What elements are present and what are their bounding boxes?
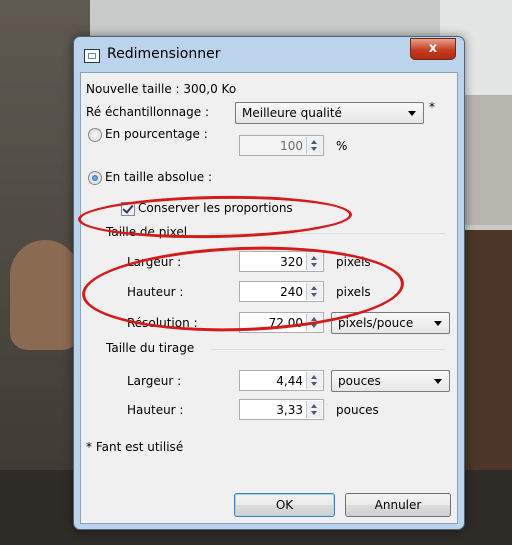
cancel-button[interactable]: Annuler (345, 493, 451, 517)
spin-arrows-icon[interactable] (306, 137, 322, 154)
dropdown-arrow-icon (434, 321, 442, 326)
resampling-asterisk: * (429, 100, 435, 114)
percent-label: En pourcentage : (105, 127, 208, 141)
print-width-spinner[interactable]: 4,44 (239, 370, 324, 391)
absolute-radio[interactable] (88, 171, 102, 185)
print-height-value: 3,33 (276, 403, 303, 417)
percent-radio[interactable] (88, 128, 102, 142)
dropdown-arrow-icon (408, 111, 416, 116)
print-width-value: 4,44 (276, 374, 303, 388)
resampling-select[interactable]: Meilleure qualité (235, 102, 424, 124)
percent-value: 100 (280, 139, 303, 153)
print-height-spinner[interactable]: 3,33 (239, 399, 324, 420)
close-button[interactable]: x (410, 38, 456, 60)
print-width-unit-value: pouces (338, 374, 381, 388)
title-bar[interactable]: Redimensionner x (74, 37, 464, 72)
dropdown-arrow-icon (434, 379, 442, 384)
resize-window-icon (84, 49, 100, 63)
percent-spinner[interactable]: 100 (239, 135, 324, 156)
print-height-label: Hauteur : (127, 403, 184, 417)
ok-button[interactable]: OK (234, 493, 335, 517)
print-width-label: Largeur : (127, 374, 182, 388)
resampling-label: Ré échantillonnage : (86, 105, 210, 119)
spin-arrows-icon[interactable] (306, 401, 322, 418)
print-size-group-label: Taille du tirage (106, 341, 195, 355)
absolute-label: En taille absolue : (105, 170, 213, 184)
resampling-value: Meilleure qualité (242, 106, 342, 120)
dialog-title: Redimensionner (107, 46, 221, 62)
spin-arrows-icon[interactable] (306, 372, 322, 389)
percent-unit: % (336, 139, 348, 153)
new-size-label: Nouvelle taille : 300,0 Ko (86, 82, 237, 96)
print-width-unit-select[interactable]: pouces (331, 370, 450, 392)
print-size-divider (211, 349, 445, 350)
footnote: * Fant est utilisé (86, 440, 184, 454)
print-height-unit: pouces (336, 403, 379, 417)
resolution-unit-value: pixels/pouce (338, 316, 414, 330)
